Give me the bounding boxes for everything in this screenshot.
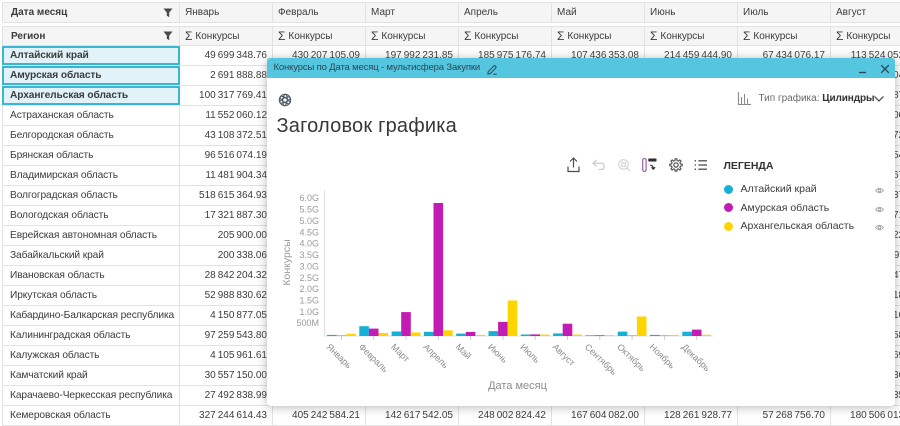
svg-text:3.0G: 3.0G bbox=[299, 261, 319, 271]
svg-text:Январь: Январь bbox=[324, 341, 353, 370]
svg-text:Сентябрь: Сентябрь bbox=[582, 341, 618, 376]
svg-text:Август: Август bbox=[550, 341, 576, 367]
svg-text:Декабрь: Декабрь bbox=[679, 341, 711, 373]
svg-text:Конкурсы: Конкурсы bbox=[281, 239, 293, 285]
svg-text:2.5G: 2.5G bbox=[299, 272, 319, 282]
svg-text:Февраль: Февраль bbox=[356, 341, 389, 374]
svg-text:5.0G: 5.0G bbox=[299, 215, 319, 225]
svg-text:1.0G: 1.0G bbox=[299, 306, 319, 316]
svg-text:Июль: Июль bbox=[518, 341, 542, 364]
svg-text:2.0G: 2.0G bbox=[299, 284, 319, 294]
svg-text:4.0G: 4.0G bbox=[299, 238, 319, 248]
svg-text:Июнь: Июнь bbox=[486, 341, 510, 364]
svg-text:Ноябрь: Ноябрь bbox=[647, 341, 677, 370]
svg-text:1.5G: 1.5G bbox=[299, 295, 319, 305]
svg-text:Октябрь: Октябрь bbox=[615, 341, 647, 373]
svg-text:5.5G: 5.5G bbox=[299, 204, 319, 214]
svg-text:Дата месяц: Дата месяц bbox=[488, 380, 548, 392]
svg-text:500M: 500M bbox=[296, 318, 319, 328]
svg-text:Март: Март bbox=[389, 341, 411, 363]
svg-text:6.0G: 6.0G bbox=[299, 193, 319, 203]
svg-text:4.5G: 4.5G bbox=[299, 227, 319, 237]
svg-text:3.5G: 3.5G bbox=[299, 250, 319, 260]
svg-text:Апрель: Апрель bbox=[421, 341, 450, 370]
svg-text:Май: Май bbox=[453, 341, 473, 360]
